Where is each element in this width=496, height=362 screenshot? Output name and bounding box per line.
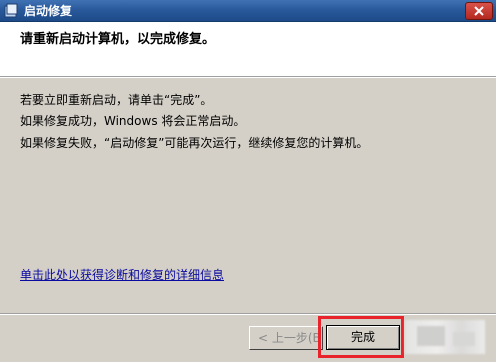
blurred-region bbox=[405, 320, 485, 354]
close-button[interactable] bbox=[465, 2, 493, 20]
instruction-success: 如果修复成功，Windows 将会正常启动。 bbox=[20, 114, 246, 128]
close-icon bbox=[474, 6, 484, 16]
content-panel: 若要立即重新启动，请单击“完成”。 如果修复成功，Windows 将会正常启动。… bbox=[0, 78, 496, 308]
details-link[interactable]: 单击此处以获得诊断和修复的详细信息 bbox=[20, 267, 224, 283]
instruction-restart: 若要立即重新启动，请单击“完成”。 bbox=[20, 93, 213, 107]
app-icon bbox=[4, 3, 18, 18]
title-bar[interactable]: 启动修复 bbox=[0, 0, 496, 22]
window-title: 启动修复 bbox=[24, 4, 73, 18]
header-panel: 请重新启动计算机，以完成修复。 bbox=[0, 22, 496, 76]
highlight-box bbox=[318, 316, 404, 358]
blurred-block bbox=[417, 326, 445, 346]
footer-divider-highlight bbox=[0, 314, 496, 315]
instruction-failure: 如果修复失败，“启动修复”可能再次运行，继续修复您的计算机。 bbox=[20, 136, 369, 150]
page-title: 请重新启动计算机，以完成修复。 bbox=[20, 32, 216, 47]
blurred-block bbox=[453, 332, 475, 346]
back-button[interactable]: < 上一步(B) bbox=[249, 326, 323, 350]
